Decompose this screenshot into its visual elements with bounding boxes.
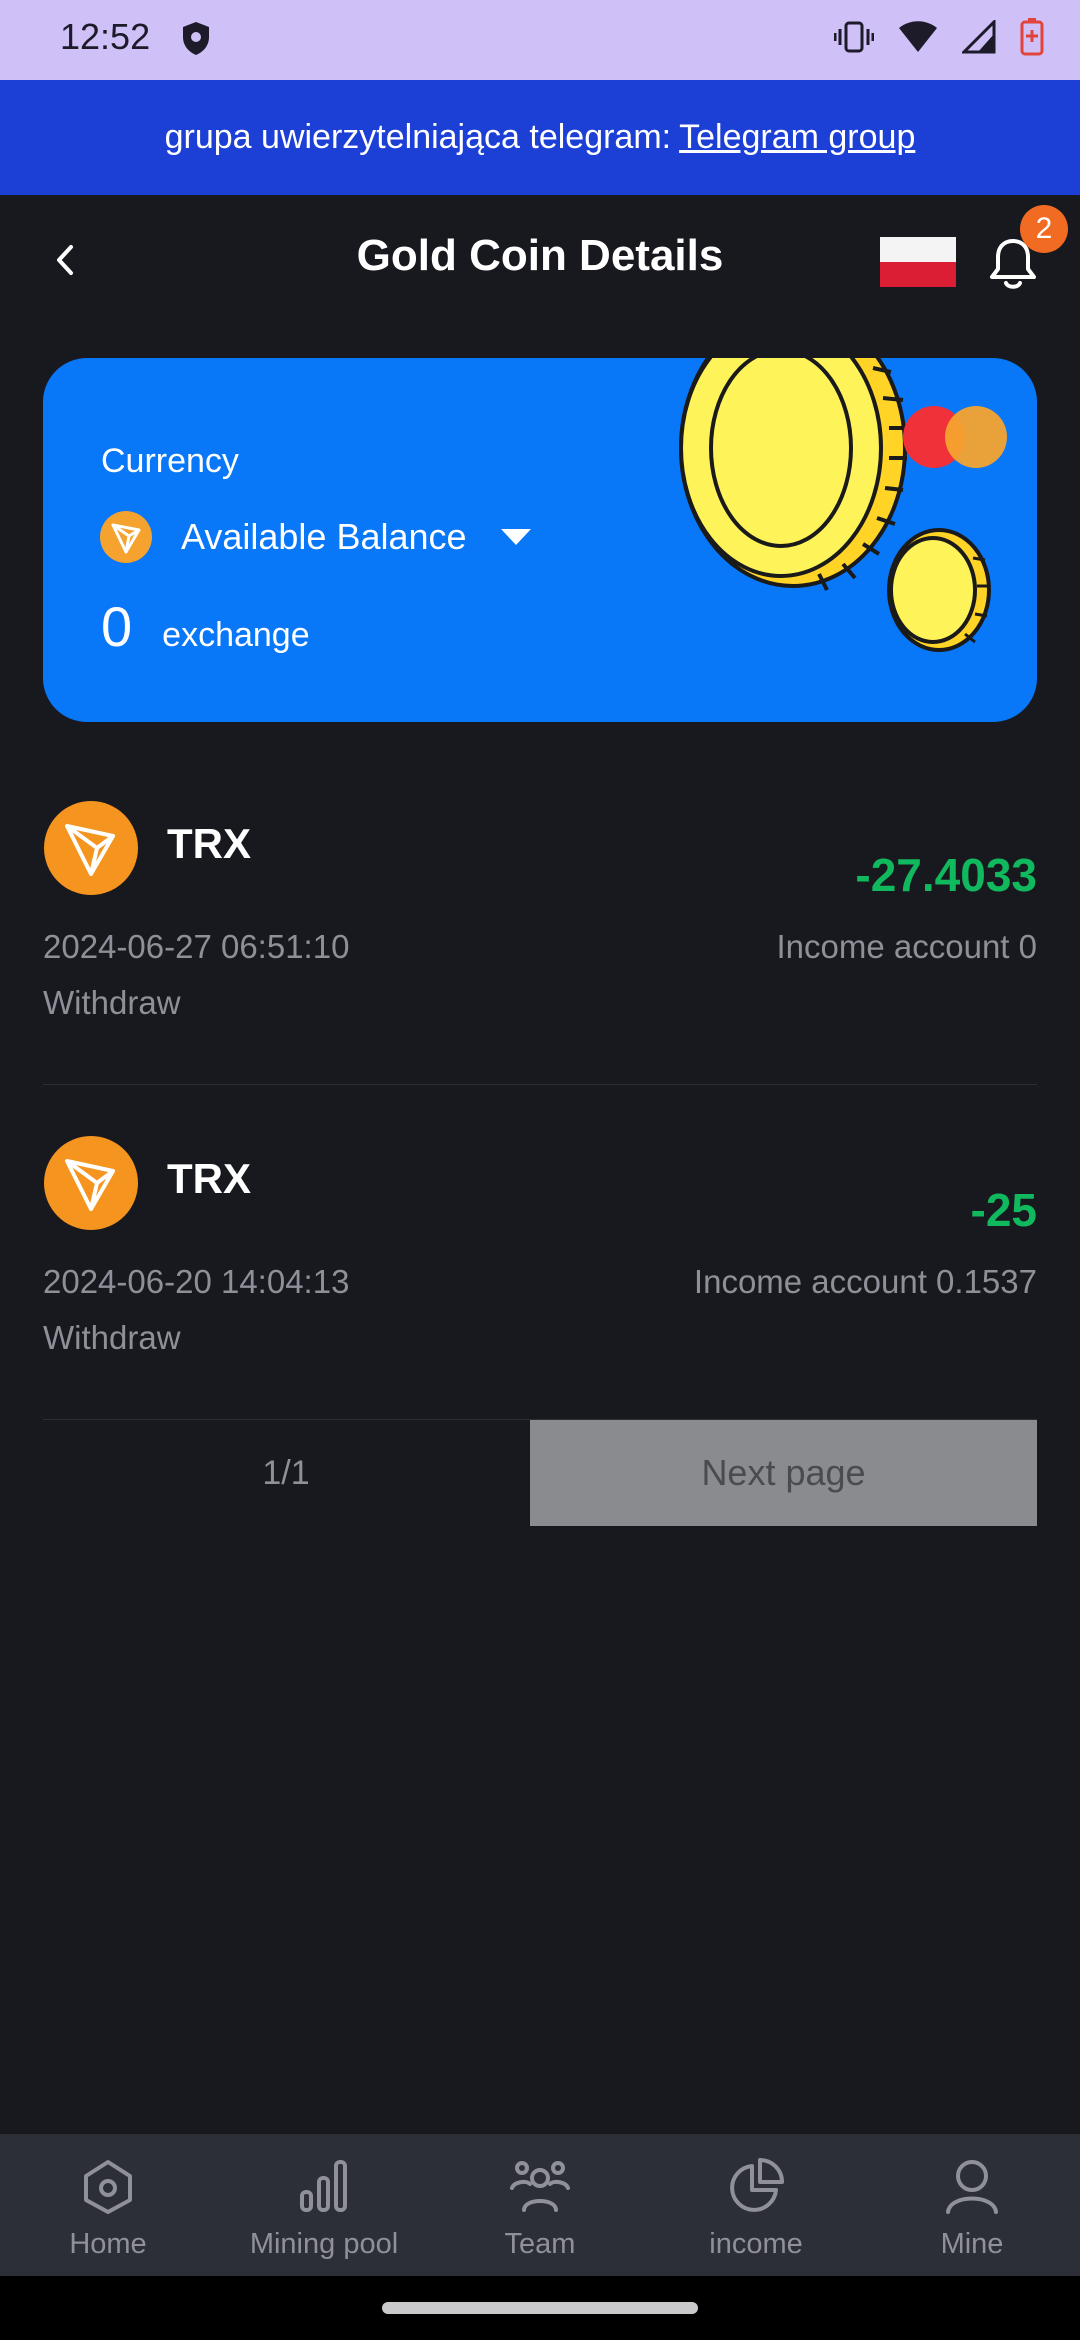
balance-amount: 0 [101,595,133,658]
vibrate-icon [833,19,875,60]
transaction-date: 2024-06-20 14:04:13 [43,1263,350,1300]
nav-home-label: Home [69,2228,147,2260]
status-icons [833,18,1044,61]
balance-type-label: Available Balance [181,516,467,557]
tron-logo-icon [44,1136,138,1230]
user-icon [946,2160,998,2214]
bar-chart-icon [300,2160,347,2212]
caret-down-icon [500,529,531,545]
bottom-nav: Home Mining pool Team income Mine [0,2134,1080,2276]
team-icon [510,2161,570,2212]
home-gesture-bar[interactable] [382,2302,698,2314]
transaction-symbol: TRX [167,1155,251,1202]
signal-icon [960,18,996,59]
wifi-icon [898,20,938,59]
home-icon [84,2160,132,2214]
transaction-account: Income account 0.1537 [693,1263,1037,1300]
transaction-amount: -25 [970,1184,1037,1236]
battery-icon [1020,18,1044,61]
language-flag-button[interactable] [880,237,956,287]
transaction-account: Income account 0 [776,928,1038,965]
transaction-item[interactable]: TRX -25 2024-06-20 14:04:13 Income accou… [43,1085,1037,1420]
header: Gold Coin Details 2 [0,195,1080,325]
transaction-symbol: TRX [167,820,251,867]
mastercard-icon [903,406,1007,468]
transaction-amount: -27.4033 [855,849,1037,901]
pie-chart-icon [730,2158,784,2212]
nav-income[interactable]: income [648,2134,864,2276]
transaction-date: 2024-06-27 06:51:10 [43,928,350,965]
next-page-button[interactable]: Next page [530,1420,1037,1526]
telegram-banner: grupa uwierzytelniająca telegram: Telegr… [0,80,1080,195]
gesture-area [0,2276,1080,2340]
status-bar: 12:52 [0,0,1080,80]
gold-coins-illustration [679,358,991,652]
currency-label: Currency [101,442,239,480]
nav-mine[interactable]: Mine [864,2134,1080,2276]
tron-logo-icon [44,801,138,895]
transaction-type: Withdraw [43,1319,181,1356]
shield-icon [180,20,212,63]
nav-home[interactable]: Home [0,2134,216,2276]
notification-badge: 2 [1020,205,1068,253]
nav-mining-pool[interactable]: Mining pool [216,2134,432,2276]
nav-mining-pool-label: Mining pool [249,2228,399,2260]
nav-mine-label: Mine [940,2228,1004,2260]
tron-coin-icon [100,511,152,563]
transaction-type: Withdraw [43,984,181,1021]
pagination: 1/1 Next page [43,1420,1037,1526]
banner-text: grupa uwierzytelniająca telegram: [164,118,672,156]
exchange-link[interactable]: exchange [162,616,309,655]
balance-amount-row: 0 exchange [101,594,310,659]
transaction-item[interactable]: TRX -27.4033 2024-06-27 06:51:10 Income … [43,750,1037,1085]
nav-team-label: Team [504,2228,576,2260]
status-time: 12:52 [60,16,151,57]
balance-card: Currency Available Balance 0 exchange [43,358,1037,722]
nav-team[interactable]: Team [432,2134,648,2276]
page-indicator: 1/1 [262,1453,310,1492]
nav-income-label: income [709,2228,803,2260]
poland-flag-icon [880,237,956,287]
telegram-group-link[interactable]: Telegram group [679,118,915,157]
balance-type-selector[interactable]: Available Balance [99,510,531,564]
